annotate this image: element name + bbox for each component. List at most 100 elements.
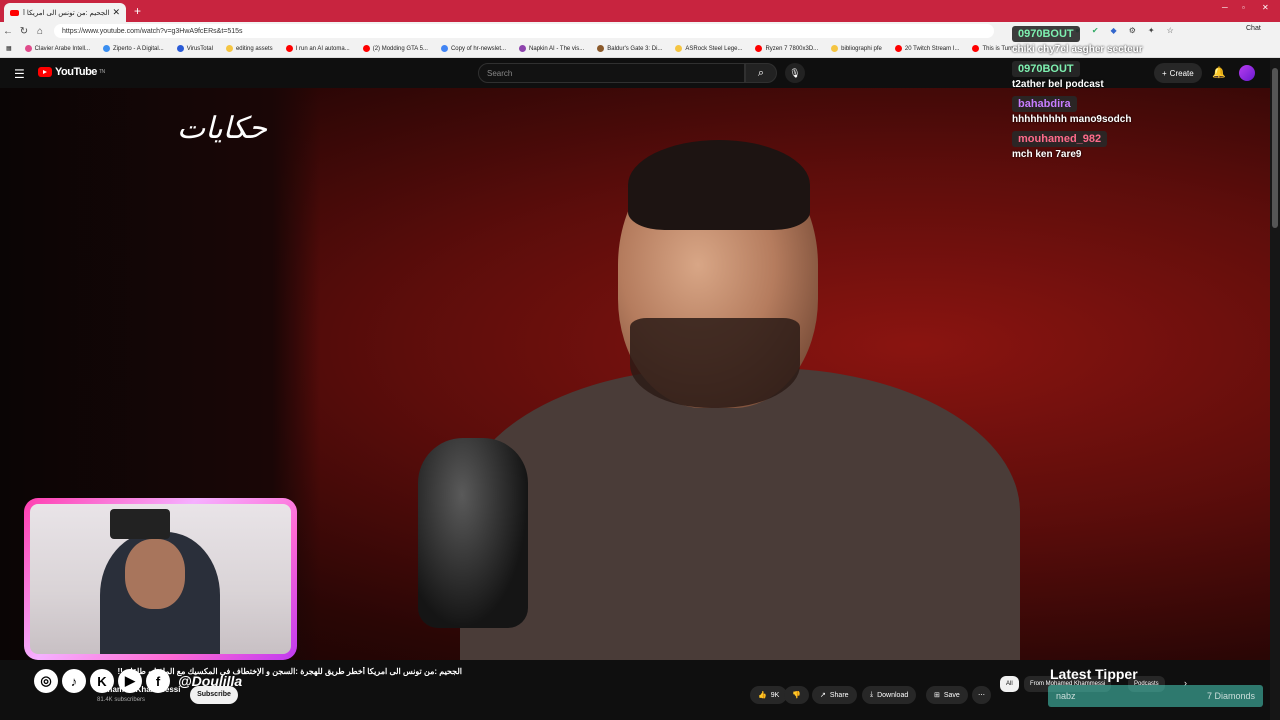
thumbs-down-icon: 👎: [792, 692, 801, 699]
latest-tipper-title: Latest Tipper: [1050, 666, 1138, 682]
search-icon[interactable]: ⌕: [745, 63, 777, 83]
youtube-logo[interactable]: YouTube TN: [38, 66, 105, 78]
bookmark-favicon-icon: [225, 45, 233, 52]
bookmark-label: Copy of hr-newslet...: [450, 45, 506, 52]
bookmark-label: bibliographi pfe: [841, 45, 882, 52]
chat-message: mouhamed_982 mch ken 7are9: [1012, 129, 1272, 160]
browser-tab[interactable]: الجحيم :من تونس الى امريكا أخطر طر ✕: [4, 3, 126, 22]
channel-logo-watermark: حكايات: [177, 111, 267, 146]
video-person-body: [460, 368, 1020, 660]
menu-icon[interactable]: ☰: [14, 67, 25, 81]
bookmark-favicon-icon: [972, 45, 980, 52]
bookmark-item[interactable]: Ryzen 7 7800x3D...: [755, 45, 818, 52]
bookmark-label: 20 Twitch Stream I...: [904, 45, 960, 52]
facebook-icon: f: [146, 669, 170, 693]
tipper-amount: 7 Diamonds: [1206, 691, 1255, 701]
like-count: 9K: [770, 691, 780, 699]
social-handles: ◎ ♪ K ▶ f @Doulilla: [34, 669, 242, 693]
tiktok-icon: ♪: [62, 669, 86, 693]
latest-tipper-box: nabz 7 Diamonds: [1048, 685, 1263, 707]
video-person-beard: [630, 318, 800, 408]
webcam-frame: [24, 498, 297, 660]
search-input[interactable]: Search: [478, 63, 745, 83]
back-icon[interactable]: ←: [0, 26, 16, 37]
youtube-play-icon: [38, 67, 52, 77]
country-code: TN: [98, 69, 105, 75]
streamer-face: [125, 539, 185, 609]
chat-username: 0970BOUT: [1012, 26, 1080, 42]
bookmark-item[interactable]: Copy of hr-newslet...: [440, 45, 506, 52]
share-icon: ↗: [820, 692, 826, 699]
maximize-icon[interactable]: ▫: [1242, 3, 1245, 12]
bookmark-item[interactable]: 20 Twitch Stream I...: [894, 45, 960, 52]
bookmark-favicon-icon: [285, 45, 293, 52]
bookmark-favicon-icon: [24, 45, 32, 52]
podcast-microphone: [418, 438, 528, 628]
apps-icon[interactable]: ▦: [6, 45, 12, 52]
tab-title: الجحيم :من تونس الى امريكا أخطر طر: [23, 9, 110, 17]
youtube-icon: ▶: [118, 669, 142, 693]
bookmark-favicon-icon: [519, 45, 526, 52]
bookmark-item[interactable]: editing assets: [225, 45, 273, 52]
dislike-button[interactable]: 👎: [784, 686, 809, 704]
chat-message-text: hhhhhhhhh mano9sodch: [1012, 114, 1132, 125]
bookmark-item[interactable]: Napkin AI - The vis...: [519, 45, 584, 52]
bookmark-label: I run an AI automa...: [295, 45, 350, 52]
download-icon: ⤓: [870, 691, 874, 698]
video-person-hair: [628, 140, 810, 230]
window-close-icon[interactable]: ✕: [1262, 3, 1269, 12]
close-icon[interactable]: ✕: [112, 7, 120, 18]
like-button[interactable]: 👍 9K: [750, 686, 788, 704]
bookmark-item[interactable]: ASRock Steel Lege...: [675, 45, 742, 52]
share-button[interactable]: ↗ Share: [812, 686, 857, 704]
microphone-icon[interactable]: 🎙: [785, 63, 805, 83]
bookmark-item[interactable]: (2) Modding GTA 5...: [362, 45, 428, 52]
tipper-name: nabz: [1056, 691, 1076, 701]
new-tab-icon[interactable]: +: [134, 4, 141, 18]
bookmark-item[interactable]: Clavier Arabe Intell...: [24, 45, 90, 52]
scrollbar-thumb[interactable]: [1272, 68, 1278, 228]
bookmark-label: This is Turn: [982, 45, 1014, 52]
bookmark-label: editing assets: [235, 45, 273, 52]
url-text: https://www.youtube.com/watch?v=g3HwA9fc…: [62, 27, 243, 35]
bookmark-item[interactable]: Baldur's Gate 3: Di...: [597, 45, 662, 52]
scrollbar[interactable]: [1270, 58, 1280, 720]
save-button[interactable]: ⊞ Save: [926, 686, 968, 704]
home-icon[interactable]: ⌂: [32, 26, 48, 37]
bookmark-favicon-icon: [597, 45, 605, 52]
bookmark-label: (2) Modding GTA 5...: [372, 45, 428, 52]
bookmark-favicon-icon: [362, 45, 370, 52]
more-actions-button[interactable]: ⋯: [972, 686, 991, 704]
youtube-logo-text: YouTube: [55, 66, 97, 78]
bookmark-label: Ziperto - A Digital...: [113, 45, 164, 52]
chip-all[interactable]: All: [1000, 676, 1019, 692]
chat-message: 0970BOUT t2ather bel podcast: [1012, 59, 1272, 90]
kick-icon: K: [90, 669, 114, 693]
background-object: [110, 509, 170, 539]
reload-icon[interactable]: ↻: [16, 26, 32, 37]
chat-message-text: t2ather bel podcast: [1012, 79, 1104, 90]
bookmark-item[interactable]: bibliographi pfe: [831, 45, 882, 52]
streamer-handle: @Doulilla: [178, 673, 243, 689]
chat-message-text: chiki chy7el asgher secteur: [1012, 44, 1143, 55]
channel-logo-text: حكايات: [177, 111, 267, 146]
bookmark-item[interactable]: Ziperto - A Digital...: [103, 45, 164, 52]
bookmark-favicon-icon: [894, 45, 902, 52]
stream-chat-overlay: 0970BOUT chiki chy7el asgher secteur 0970B…: [1012, 24, 1272, 164]
bookmark-item[interactable]: This is Turn: [972, 45, 1013, 52]
bookmark-favicon-icon: [103, 45, 111, 52]
download-button[interactable]: ⤓ Download: [862, 686, 917, 704]
bookmark-item[interactable]: VirusTotal: [176, 45, 213, 52]
save-label: Save: [943, 691, 960, 699]
bookmark-item[interactable]: I run an AI automa...: [285, 45, 350, 52]
youtube-favicon-icon: [10, 9, 19, 16]
download-label: Download: [877, 691, 909, 699]
bookmark-label: Napkin AI - The vis...: [529, 45, 585, 52]
bookmark-favicon-icon: [755, 45, 763, 52]
chat-message-text: mch ken 7are9: [1012, 149, 1082, 160]
chat-username: 0970BOUT: [1012, 61, 1080, 77]
thumbs-up-icon: 👍: [758, 692, 767, 699]
url-field[interactable]: https://www.youtube.com/watch?v=g3HwA9fc…: [54, 24, 994, 38]
minimize-icon[interactable]: ─: [1222, 3, 1228, 12]
chat-message: bahabdira hhhhhhhhh mano9sodch: [1012, 94, 1272, 125]
